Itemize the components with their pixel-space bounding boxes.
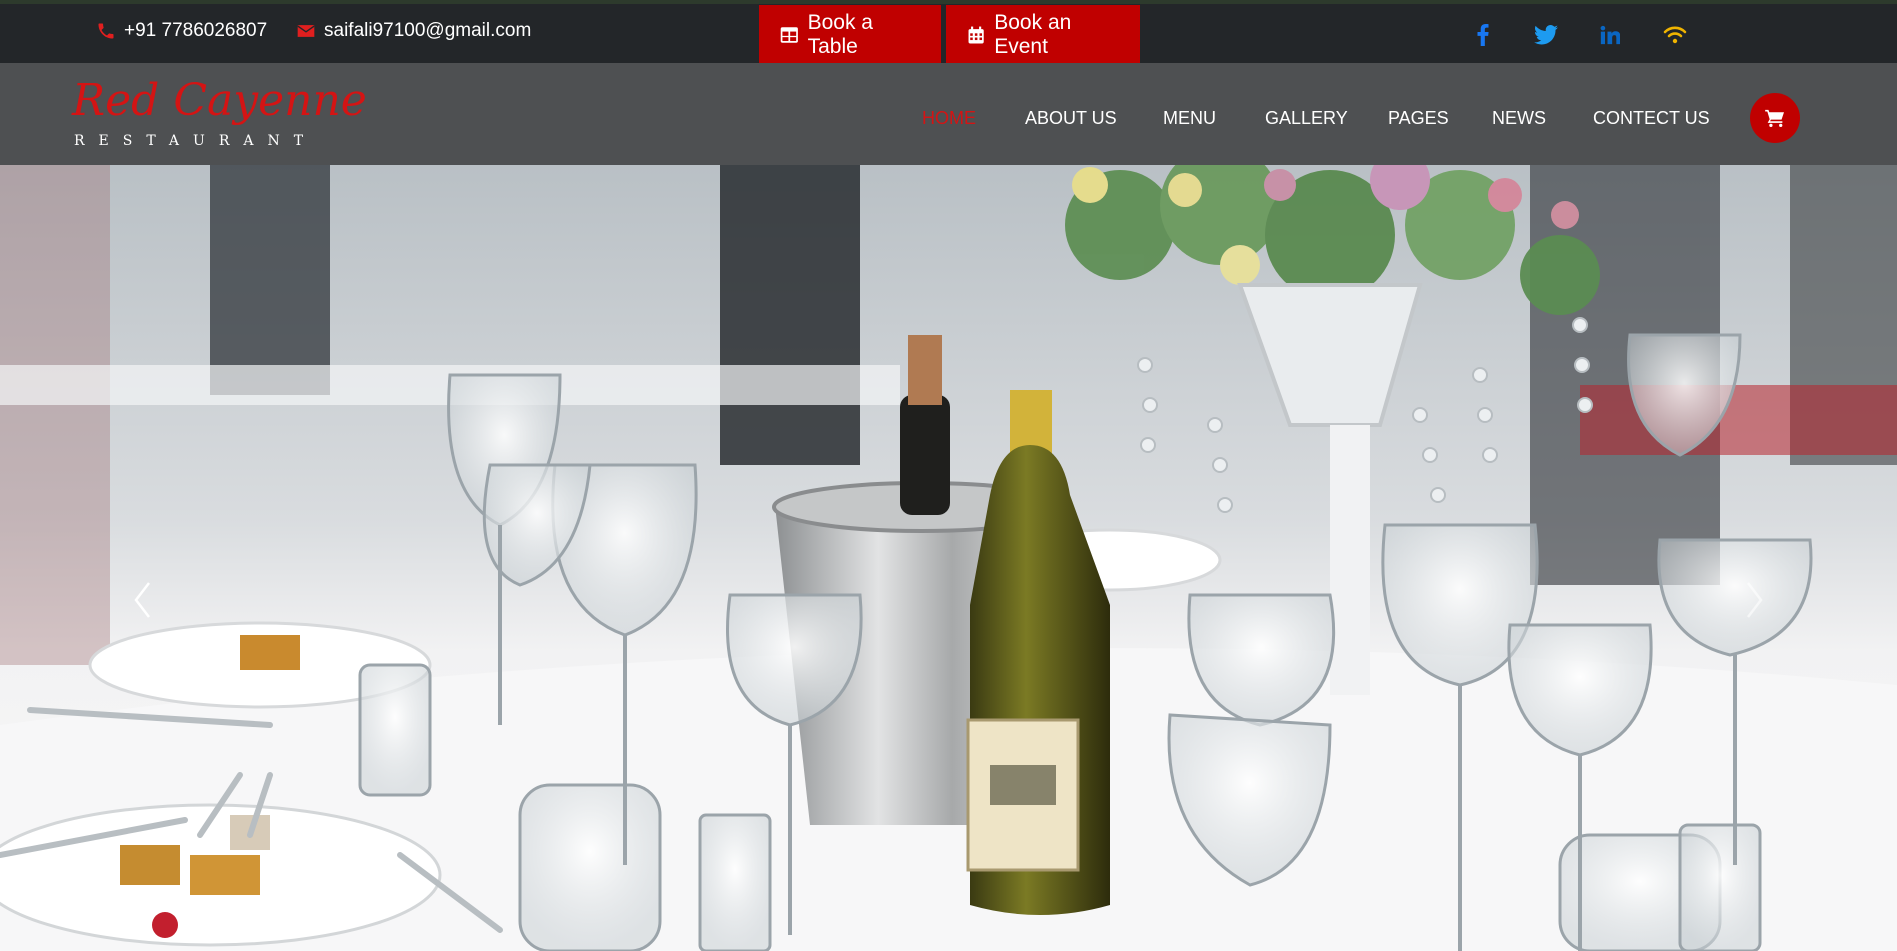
chevron-right-icon	[1747, 582, 1763, 618]
nav-item-menu[interactable]: MENU	[1163, 108, 1216, 129]
nav-item-gallery[interactable]: GALLERY	[1265, 108, 1348, 129]
main-navbar: Red Cayenne RESTAURANT HOME ABOUT US MEN…	[0, 63, 1897, 165]
cart-button[interactable]	[1750, 93, 1800, 143]
nav-item-news[interactable]: NEWS	[1492, 108, 1546, 129]
email-address: saifali97100@gmail.com	[324, 20, 532, 41]
hero-image	[0, 165, 1897, 951]
brand-name: Red Cayenne	[72, 75, 367, 126]
phone-number: +91 7786026807	[124, 20, 268, 41]
phone-contact[interactable]: +91 7786026807	[96, 20, 267, 42]
calendar-icon	[968, 26, 984, 44]
table-icon	[780, 27, 798, 43]
nav-item-home[interactable]: HOME	[922, 108, 976, 129]
slider-prev-button[interactable]	[122, 570, 162, 630]
slider-next-button[interactable]	[1735, 570, 1775, 630]
twitter-icon[interactable]	[1531, 21, 1561, 49]
brand-logo[interactable]: Red Cayenne RESTAURANT	[72, 75, 367, 155]
hero-slider	[0, 165, 1897, 951]
email-contact[interactable]: saifali97100@gmail.com	[296, 20, 531, 42]
book-table-label: Book a Table	[807, 11, 873, 58]
book-event-button[interactable]: Book an Event	[946, 5, 1140, 65]
nav-item-contact-us[interactable]: CONTECT US	[1593, 108, 1710, 129]
facebook-icon[interactable]	[1468, 21, 1498, 49]
wifi-icon[interactable]	[1660, 21, 1690, 49]
cart-icon	[1765, 109, 1784, 127]
top-bar: +91 7786026807 saifali97100@gmail.com Bo…	[0, 0, 1897, 65]
book-event-label: Book an Event	[994, 11, 1072, 58]
linkedin-icon[interactable]	[1595, 21, 1625, 49]
book-table-button[interactable]: Book a Table	[759, 5, 941, 65]
envelope-icon	[297, 25, 315, 37]
chevron-left-icon	[134, 582, 150, 618]
phone-icon	[98, 23, 114, 39]
nav-item-about-us[interactable]: ABOUT US	[1025, 108, 1117, 129]
nav-item-pages[interactable]: PAGES	[1388, 108, 1449, 129]
brand-tagline: RESTAURANT	[74, 133, 318, 149]
